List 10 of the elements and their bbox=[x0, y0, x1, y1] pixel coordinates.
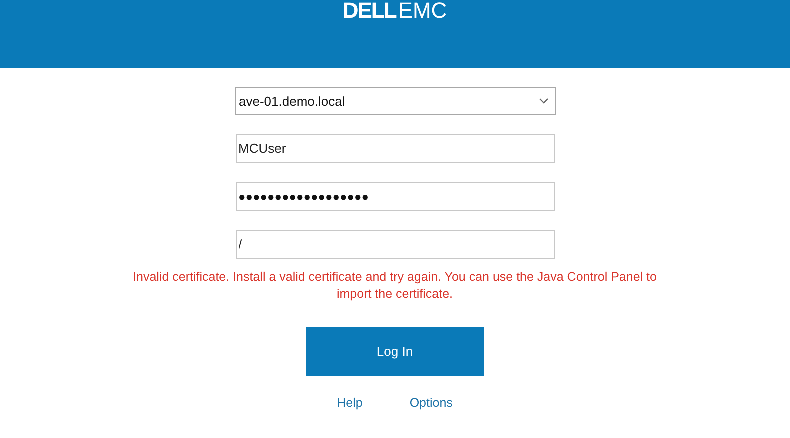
footer-link[interactable]: Help bbox=[337, 396, 363, 410]
footer-link[interactable]: Options bbox=[410, 396, 453, 410]
login-button[interactable]: Log In bbox=[306, 327, 484, 376]
error-message: Invalid certificate. Install a valid certificate and try again. You can use the Java Control Panel to import the certificate. bbox=[132, 269, 658, 303]
input-field[interactable]: MCUser bbox=[236, 134, 554, 163]
password-field[interactable]: ●●●●●●●●●●●●●●●●●● bbox=[236, 182, 554, 211]
logo: DELLEMC bbox=[342, 0, 448, 22]
input-field[interactable]: / bbox=[236, 230, 554, 259]
server-dropdown[interactable]: ave-01.demo.local bbox=[235, 87, 556, 115]
chevron-down-icon bbox=[539, 98, 549, 104]
